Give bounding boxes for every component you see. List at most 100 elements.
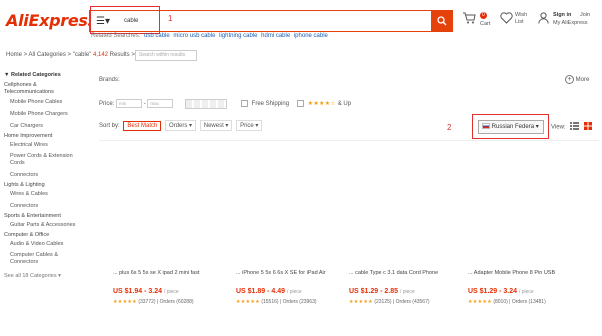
category-item[interactable]: Mobile Phone Cables [4,96,86,108]
cart-count-badge: 0 [480,12,487,19]
join-link[interactable]: Join [580,12,590,18]
product-price: US $1.29 - 2.85 / piece [349,288,479,295]
my-aliexpress-link[interactable]: My AliExpress [553,20,588,26]
aliexpress-logo[interactable]: AliExpress [6,11,97,30]
category-item[interactable]: Connectors [4,169,86,181]
brands-label: Brands: [99,77,120,83]
star-rating-icon: ★★★★★ [236,299,260,305]
product-rating: ★★★★★ (8010) | Orders (13481) [468,299,546,305]
price-histogram [185,99,227,109]
free-shipping-label: Free Shipping [251,101,290,108]
star-rating-icon: ★★★★★ [113,299,137,305]
category-item[interactable]: Audio & Video Cables [4,238,86,250]
page: { "header": { "logo": "AliExpress", "sea… [0,0,602,336]
user-icon [538,12,549,24]
wishlist-button[interactable] [500,12,513,26]
grid-view-icon[interactable] [583,122,592,132]
review-count[interactable]: (23125) [374,299,391,305]
category-item[interactable]: Power Cords & Extension Cords [4,151,86,169]
annotation-box-1 [90,6,160,34]
related-link-usb-cable[interactable]: usb cable [144,33,170,39]
rating-filter[interactable]: ★★★★☆ & Up [297,100,351,107]
breadcrumb-path[interactable]: Home > All Categories > "cable" [6,52,91,58]
related-searches: Related Searches: usb cable micro usb ca… [91,33,328,39]
category-item[interactable]: Mobile Phone Chargers [4,108,86,120]
category-item[interactable]: Guitar Parts & Accessories [4,219,86,231]
category-item[interactable]: Wires & Cables [4,188,86,200]
price-unit: / piece [518,289,534,295]
price-min-input[interactable]: min [116,99,143,108]
orders-count: Orders (60288) [159,299,194,305]
related-link-micro-usb-cable[interactable]: micro usb cable [173,33,215,39]
review-count[interactable]: (33772) [138,299,155,305]
product-card[interactable]: ... iPhone 5 5s 6 6s X SE for iPad Air U… [236,270,366,305]
product-title[interactable]: ... iPhone 5 5s 6 6s X SE for iPad Air [236,270,366,284]
price-max-input[interactable]: max [147,99,174,108]
product-card[interactable]: ... Adapter Mobile Phone 8 Pin USB US $1… [468,270,598,305]
sort-price[interactable]: Price ▾ [236,120,263,131]
annotation-label-2: 2 [447,123,452,132]
orders-count: Orders (43567) [395,299,430,305]
sort-newest[interactable]: Newest ▾ [199,120,233,131]
related-link-iphone-cable[interactable]: iphone cable [294,33,328,39]
category-cellphones[interactable]: Cellphones & Telecommunications [4,82,86,96]
review-count[interactable]: (15516) [261,299,278,305]
star-rating-icon: ★★★★☆ [307,101,337,108]
price-value: US $1.89 - 4.49 [236,288,286,295]
category-item[interactable]: Computer Cables & Connectors [4,250,86,268]
price-unit: / piece [286,289,302,295]
results-label: Results > [109,52,135,58]
signin-link[interactable]: Sign in [553,12,571,18]
price-label: Price: [99,101,115,108]
cart-icon [463,12,476,24]
category-item[interactable]: Car Chargers [4,120,86,132]
product-title[interactable]: ... Adapter Mobile Phone 8 Pin USB [468,270,598,284]
plus-circle-icon: + [565,75,574,84]
product-card[interactable]: ... cable Type c 3.1 data Cord Phone US … [349,270,479,305]
more-label: More [575,77,590,83]
product-rating: ★★★★★ (23125) | Orders (43567) [349,299,430,305]
free-shipping-checkbox[interactable]: Free Shipping [241,100,289,107]
checkbox-icon [241,100,248,107]
flag-icon [482,123,490,130]
price-value: US $1.29 - 2.85 [349,288,399,295]
star-rating-icon: ★★★★★ [349,299,373,305]
review-count[interactable]: (8010) [493,299,507,305]
related-searches-label: Related Searches: [91,33,141,39]
product-title[interactable]: ... cable Type c 3.1 data Cord Phone [349,270,479,284]
cart-label: Cart [480,21,491,27]
more-brands-button[interactable]: + More [565,75,589,84]
annotation-label-1: 1 [168,14,173,23]
related-link-hdmi-cable[interactable]: hdmi cable [261,33,290,39]
search-icon [437,16,447,26]
related-link-lightning-cable[interactable]: lightning cable [219,33,257,39]
search-input[interactable] [118,12,418,30]
search-within-input[interactable]: Search within results [135,50,197,61]
wishlist-label: Wish List [515,12,528,25]
view-label: View: [551,124,566,131]
cart-button[interactable] [462,12,476,26]
product-price: US $1.94 - 3.24 / piece [113,288,243,295]
ship-to-country-select[interactable]: Russian Federa ▾ [478,120,544,134]
see-all-categories-link[interactable]: See all 18 Categories ▾ [4,273,86,279]
product-rating: ★★★★★ (33772) | Orders (60288) [113,299,194,305]
search-button[interactable] [431,10,453,32]
account-button[interactable] [538,12,549,26]
sort-bar: Sort by: Best Match Orders ▾ Newest ▾ Pr… [99,120,263,131]
list-view-icon[interactable] [570,122,580,132]
result-count: 4,142 [92,52,108,58]
sort-best-match[interactable]: Best Match [123,121,162,131]
price-value: US $1.29 - 3.24 [468,288,518,295]
product-title[interactable]: ... plus 6s 5 5s se X ipad 2 mini fast [113,270,243,284]
orders-count: Orders (13481) [511,299,546,305]
rating-suffix: & Up [337,101,352,108]
category-item[interactable]: Electrical Wires [4,139,86,151]
sort-orders[interactable]: Orders ▾ [165,120,197,131]
breadcrumb: Home > All Categories > "cable" 4,142 Re… [6,52,135,58]
product-rating: ★★★★★ (15516) | Orders (23963) [236,299,317,305]
category-item[interactable]: Connectors [4,200,86,212]
sort-label: Sort by: [99,123,120,129]
price-unit: / piece [399,289,415,295]
related-categories-heading[interactable]: ▼ Related Categories [4,72,86,78]
product-card[interactable]: ... plus 6s 5 5s se X ipad 2 mini fast U… [113,270,243,305]
